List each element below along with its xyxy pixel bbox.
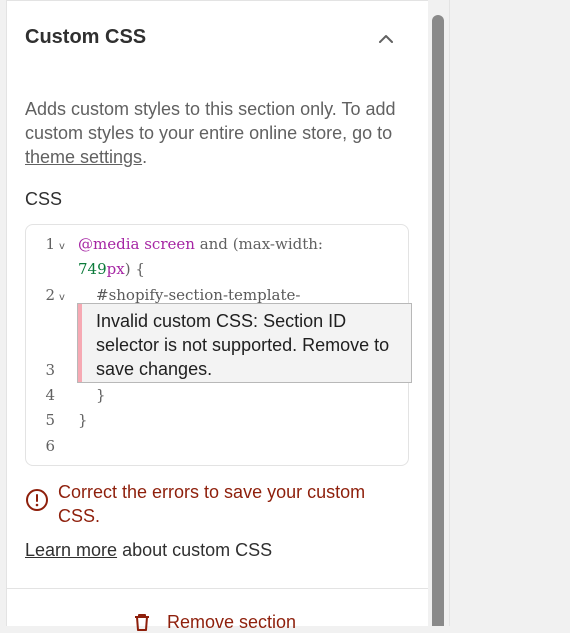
error-tooltip: Invalid custom CSS: Section ID selector … bbox=[77, 303, 412, 383]
line-number-1: 1 bbox=[45, 235, 55, 253]
code-brace-open: ) { bbox=[124, 260, 145, 278]
code-unit: px bbox=[106, 260, 125, 278]
code-screen: screen bbox=[144, 235, 195, 253]
description-text: Adds custom styles to this section only.… bbox=[25, 99, 396, 143]
remove-section-button[interactable]: Remove section bbox=[133, 612, 296, 633]
learn-more-row: Learn more about custom CSS bbox=[25, 540, 272, 561]
panel-top-border bbox=[7, 0, 428, 1]
code-line-2: #shopify-section-template- bbox=[96, 286, 300, 304]
error-message: Correct the errors to save your custom C… bbox=[58, 482, 366, 526]
code-line-1-wrap: 749px) { bbox=[78, 260, 145, 278]
remove-section-label: Remove section bbox=[167, 612, 297, 632]
learn-more-link[interactable]: Learn more bbox=[25, 540, 117, 560]
section-title: Custom CSS bbox=[25, 26, 147, 48]
code-and: and bbox=[199, 235, 228, 253]
description-end: . bbox=[142, 147, 148, 167]
line-number-3: 3 bbox=[45, 361, 55, 379]
line-number-6: 6 bbox=[45, 437, 55, 455]
code-paren: (max-width: bbox=[232, 235, 323, 253]
code-line-5: } bbox=[78, 411, 88, 429]
tooltip-message: Invalid custom CSS: Section ID selector … bbox=[96, 311, 390, 379]
theme-settings-link[interactable]: theme settings bbox=[25, 147, 142, 167]
code-at-media: @media bbox=[78, 235, 140, 253]
code-line-1: @media screen and (max-width: bbox=[78, 235, 323, 253]
line-number-2: 2 bbox=[45, 286, 55, 304]
code-line-4: } bbox=[96, 386, 106, 404]
scrollbar-thumb[interactable] bbox=[432, 15, 444, 626]
section-description: Adds custom styles to this section only.… bbox=[25, 97, 420, 169]
fold-marker-icon[interactable]: v bbox=[59, 241, 65, 252]
fold-marker-icon[interactable]: v bbox=[59, 292, 65, 303]
css-field-label: CSS bbox=[25, 189, 63, 209]
line-number-4: 4 bbox=[45, 386, 55, 404]
learn-more-text: about custom CSS bbox=[117, 540, 273, 560]
chevron-up-icon[interactable] bbox=[376, 29, 396, 49]
code-number: 749 bbox=[78, 260, 107, 278]
error-circle-icon bbox=[26, 489, 48, 511]
trash-icon bbox=[135, 614, 149, 631]
tooltip-error-bar bbox=[78, 304, 82, 382]
pane-divider bbox=[449, 0, 450, 626]
divider bbox=[7, 588, 428, 589]
code-invalid-selector: #shopify-section-template- bbox=[96, 286, 301, 304]
line-number-5: 5 bbox=[45, 411, 55, 429]
